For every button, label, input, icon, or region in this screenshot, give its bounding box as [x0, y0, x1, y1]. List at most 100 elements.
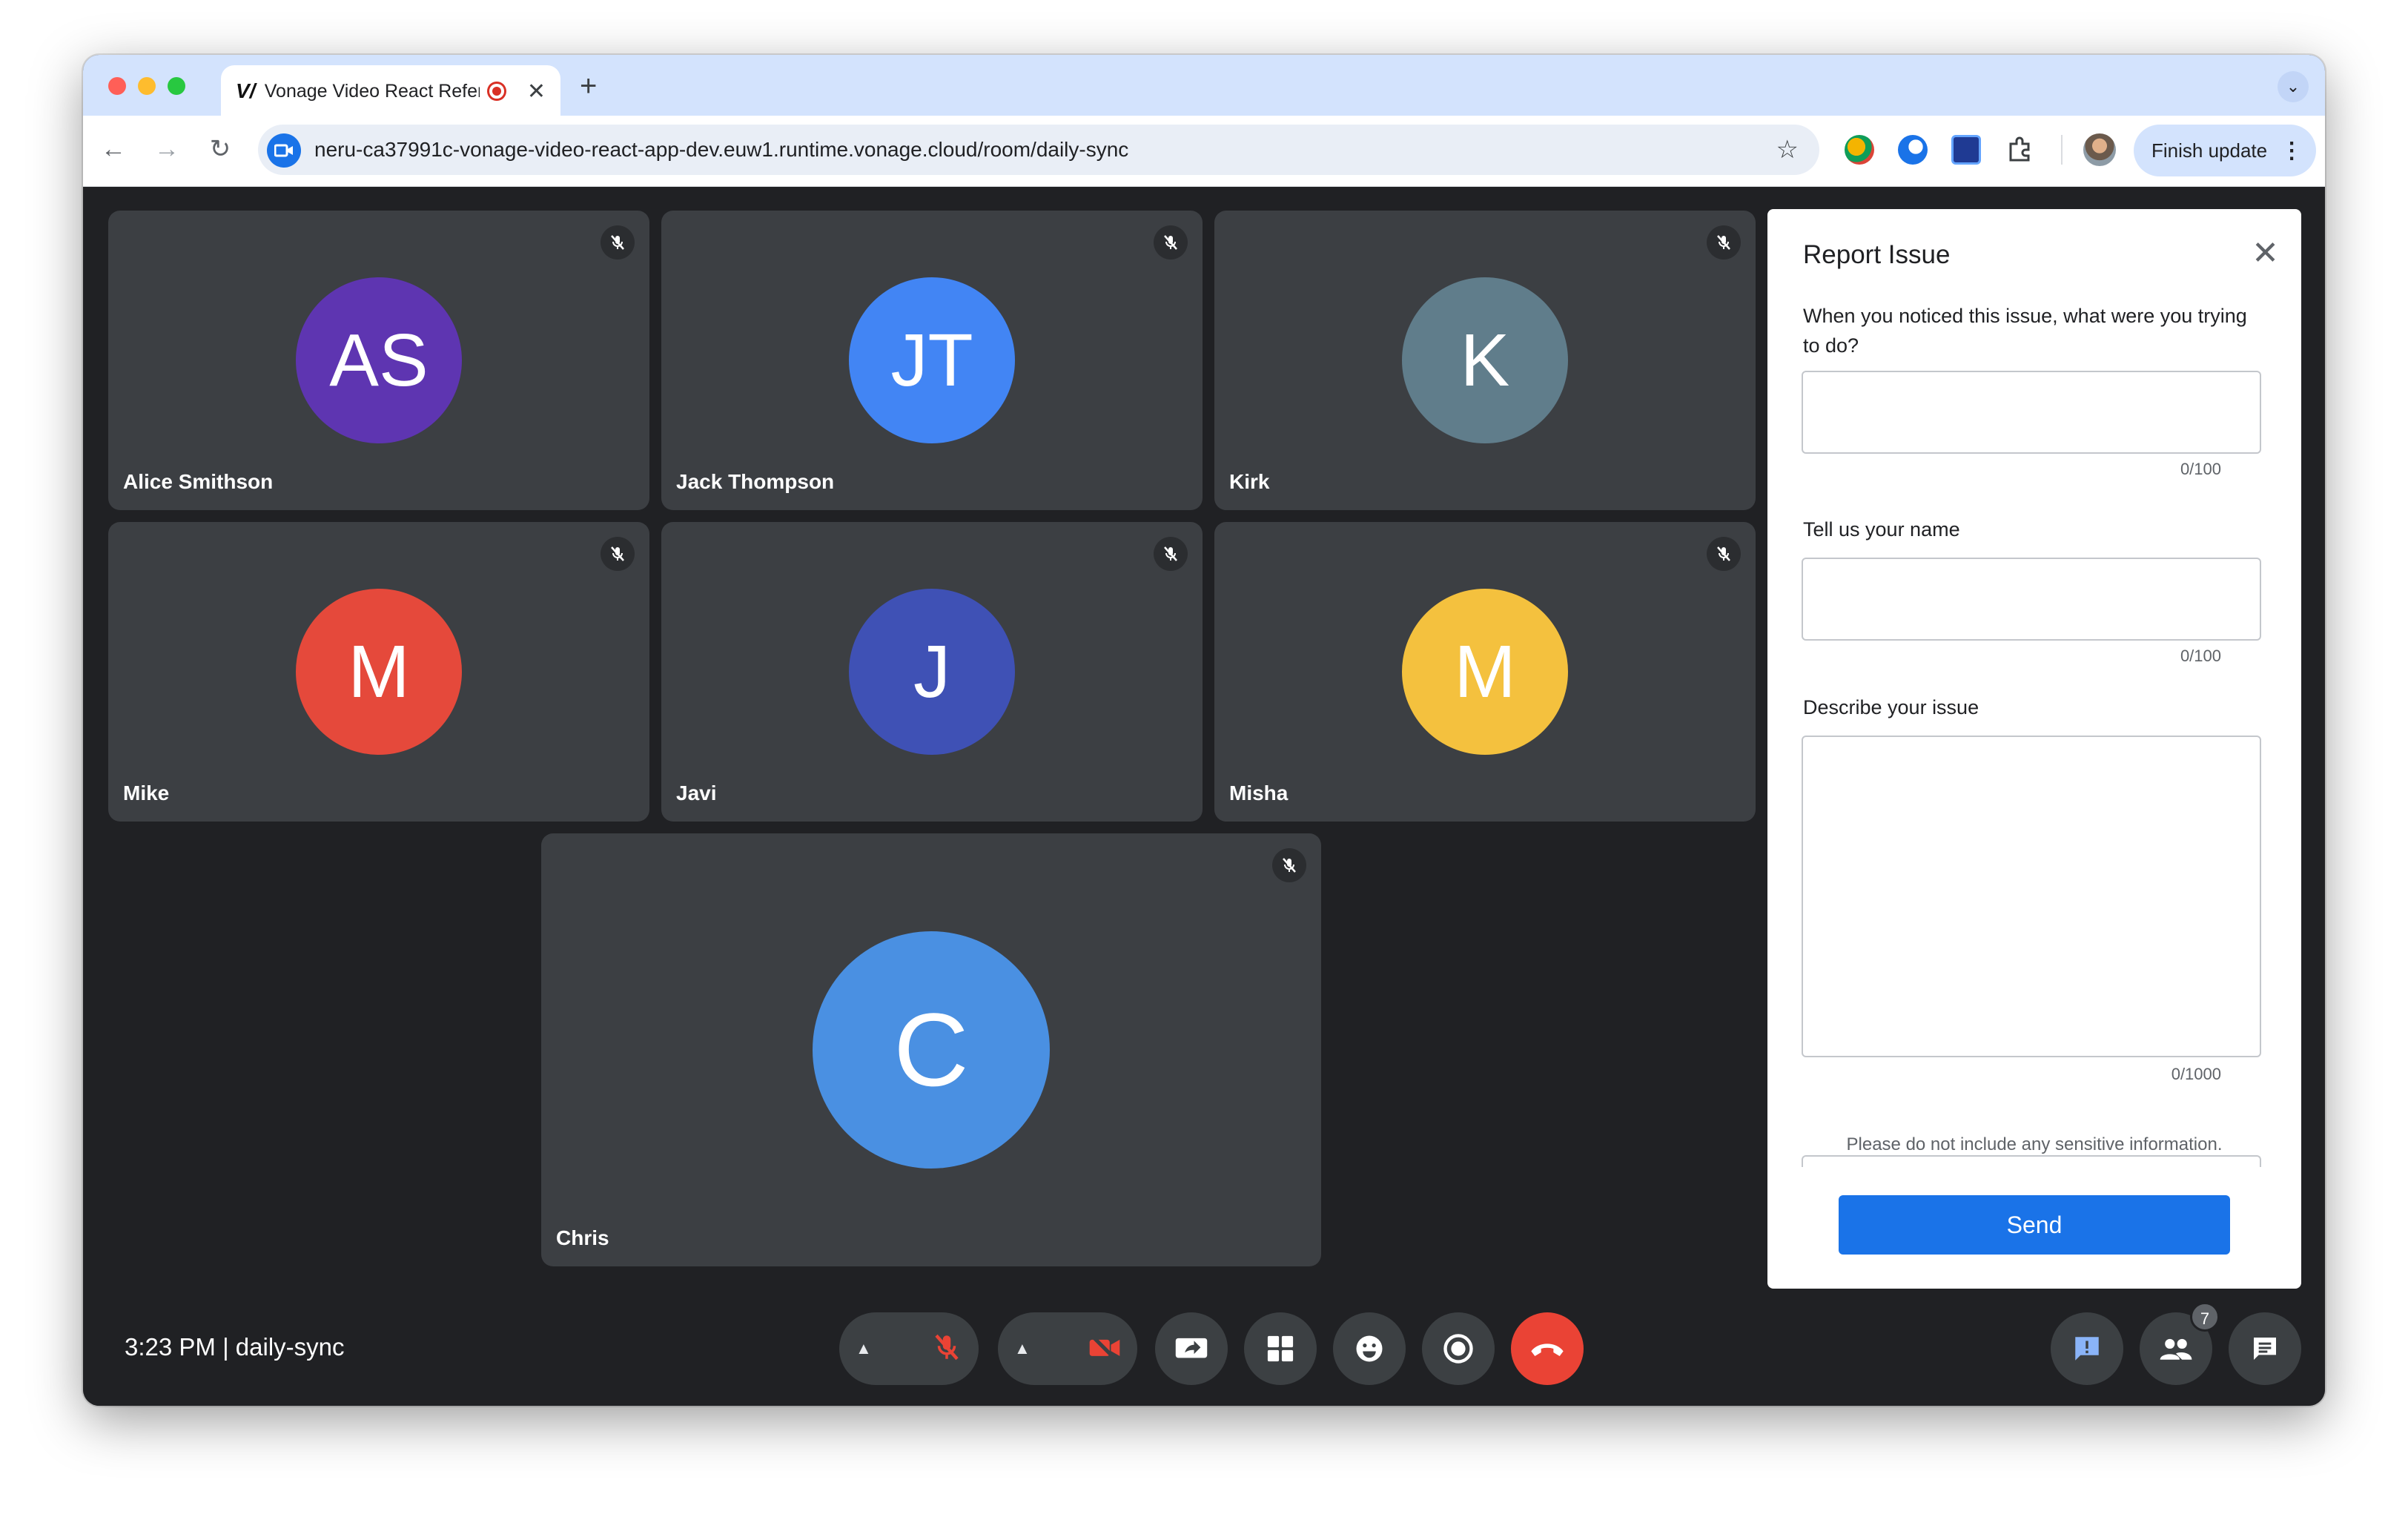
avatar-initials: AS	[329, 318, 429, 402]
additional-field[interactable]	[1802, 1155, 2261, 1167]
meeting-room: AS Alice Smithson JT Jack Thompson K Kir…	[83, 187, 2325, 1406]
avatar-initials: JT	[890, 318, 973, 402]
react-devtools-icon[interactable]	[1951, 135, 1981, 165]
avatar-initials: K	[1460, 318, 1510, 402]
emoji-button[interactable]	[1333, 1312, 1406, 1385]
mic-muted-icon	[601, 225, 635, 260]
participant-name: Chris	[556, 1226, 609, 1249]
reload-button[interactable]: ↻	[202, 130, 239, 168]
participant-avatar: C	[813, 931, 1050, 1169]
mic-muted-icon	[601, 537, 635, 571]
address-bar[interactable]: neru-ca37991c-vonage-video-react-app-dev…	[258, 125, 1819, 175]
video-control-group: ▲	[998, 1312, 1137, 1385]
participant-tile[interactable]: M Misha	[1214, 522, 1756, 822]
mic-muted-icon	[1154, 225, 1188, 260]
q2-input[interactable]	[1802, 558, 2261, 641]
tab-title: Vonage Video React Refer	[264, 80, 480, 102]
participant-name: Alice Smithson	[123, 470, 274, 493]
participant-avatar: JT	[849, 277, 1015, 443]
browser-toolbar: ← → ↻ neru-ca37991c-vonage-video-react-a…	[83, 116, 2325, 187]
q1-input[interactable]	[1802, 371, 2261, 454]
tab-search-button[interactable]: ⌄	[2278, 71, 2309, 102]
participant-name: Javi	[676, 781, 717, 804]
avatar-initials: M	[1454, 629, 1516, 713]
participant-name: Kirk	[1229, 470, 1270, 493]
screen-share-icon	[1175, 1338, 1208, 1358]
new-tab-button[interactable]: +	[580, 70, 597, 103]
send-button[interactable]: Send	[1839, 1195, 2230, 1255]
participant-name: Misha	[1229, 781, 1289, 804]
site-info-icon[interactable]	[267, 133, 301, 168]
chat-icon	[2254, 1338, 2276, 1360]
close-window-button[interactable]	[108, 77, 126, 95]
participant-avatar: M	[1402, 589, 1568, 755]
participant-avatar: K	[1402, 277, 1568, 443]
q2-char-count: 0/100	[2180, 647, 2221, 665]
video-off-button[interactable]	[1088, 1332, 1121, 1366]
avatar-initials: J	[913, 629, 950, 713]
avatar-initials: C	[893, 991, 969, 1108]
participant-avatar: J	[849, 589, 1015, 755]
mic-muted-icon	[1154, 537, 1188, 571]
hang-up-icon	[1531, 1344, 1564, 1356]
participant-avatar: M	[296, 589, 462, 755]
mic-control-group: ▲	[839, 1312, 979, 1385]
mic-off-button[interactable]	[931, 1332, 962, 1366]
mic-options-chevron-icon[interactable]: ▲	[856, 1339, 872, 1358]
participant-name: Jack Thompson	[676, 470, 835, 493]
forward-button[interactable]: →	[148, 130, 185, 168]
participant-tile[interactable]: K Kirk	[1214, 211, 1756, 510]
record-icon	[1443, 1334, 1473, 1364]
video-options-chevron-icon[interactable]: ▲	[1014, 1339, 1031, 1358]
report-issue-title: Report Issue	[1803, 240, 1951, 269]
report-issue-button[interactable]	[2051, 1312, 2123, 1385]
more-menu-icon: ⋮	[2280, 138, 2303, 163]
back-button[interactable]: ←	[95, 130, 132, 168]
q2-label: Tell us your name	[1803, 518, 1960, 541]
meeting-info: 3:23 PM | daily-sync	[125, 1333, 345, 1361]
extension-2-icon[interactable]	[1898, 135, 1928, 165]
participant-avatar: AS	[296, 277, 462, 443]
extension-1-icon[interactable]	[1845, 135, 1874, 165]
grid-layout-icon	[1267, 1335, 1294, 1362]
participant-count-badge: 7	[2190, 1302, 2220, 1332]
participant-tile[interactable]: M Mike	[108, 522, 649, 822]
browser-window: V/ Vonage Video React Refer ✕ + ⌄ ← → ↻ …	[83, 55, 2325, 1406]
q3-char-count: 0/1000	[2171, 1065, 2221, 1083]
bookmark-star-icon[interactable]: ☆	[1776, 125, 1799, 175]
zoom-window-button[interactable]	[168, 77, 185, 95]
profile-avatar[interactable]	[2083, 133, 2116, 166]
close-icon[interactable]: ✕	[2252, 237, 2279, 270]
report-issue-panel: Report Issue ✕ When you noticed this iss…	[1767, 209, 2301, 1289]
chat-button[interactable]	[2229, 1312, 2301, 1385]
emoji-icon	[1356, 1335, 1383, 1362]
mic-muted-icon	[1707, 537, 1741, 571]
sensitive-info-notice: Please do not include any sensitive info…	[1846, 1134, 2223, 1154]
mic-muted-icon	[1272, 848, 1306, 882]
participant-name: Mike	[123, 781, 170, 804]
meeting-controls-bar: 3:23 PM | daily-sync ▲ ▲ 7	[83, 1292, 2325, 1406]
participant-tile[interactable]: JT Jack Thompson	[661, 211, 1203, 510]
url-text: neru-ca37991c-vonage-video-react-app-dev…	[314, 138, 1129, 161]
mic-muted-icon	[1707, 225, 1741, 260]
avatar-initials: M	[348, 629, 410, 713]
leave-call-button[interactable]	[1511, 1312, 1584, 1385]
q1-char-count: 0/100	[2180, 460, 2221, 478]
extensions-puzzle-icon[interactable]	[2005, 135, 2034, 165]
browser-tab[interactable]: V/ Vonage Video React Refer ✕	[221, 65, 560, 117]
participant-tile[interactable]: C Chris	[541, 833, 1321, 1266]
minimize-window-button[interactable]	[138, 77, 156, 95]
participant-tile[interactable]: AS Alice Smithson	[108, 211, 649, 510]
feedback-icon	[2075, 1337, 2099, 1361]
record-button[interactable]	[1422, 1312, 1495, 1385]
finish-update-label: Finish update	[2151, 139, 2268, 162]
recording-indicator-icon	[487, 82, 506, 101]
q3-label: Describe your issue	[1803, 696, 1979, 718]
toolbar-divider	[2061, 135, 2063, 165]
screen-share-button[interactable]	[1155, 1312, 1228, 1385]
participant-tile[interactable]: J Javi	[661, 522, 1203, 822]
q3-textarea[interactable]	[1802, 736, 2261, 1057]
layout-button[interactable]	[1244, 1312, 1317, 1385]
close-tab-icon[interactable]: ✕	[527, 79, 546, 105]
finish-update-button[interactable]: Finish update ⋮	[2134, 125, 2316, 176]
